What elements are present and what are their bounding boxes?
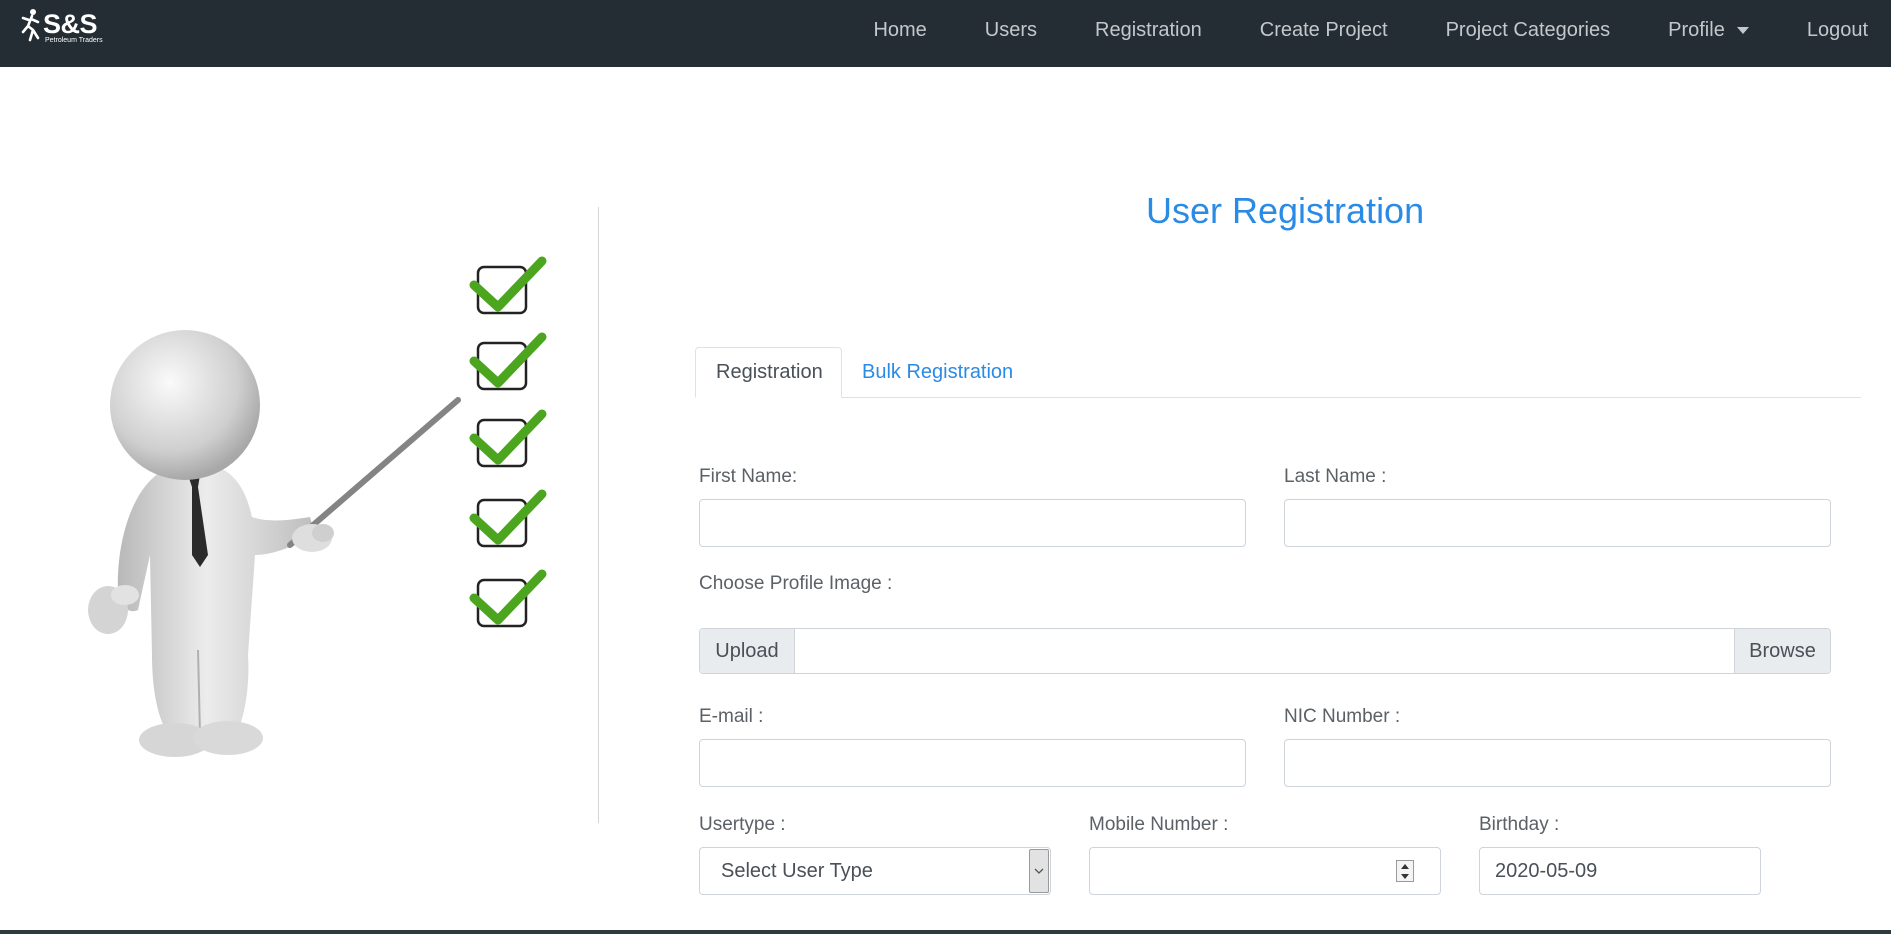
nav-registration[interactable]: Registration	[1066, 19, 1231, 42]
check-box-icon-3	[469, 409, 547, 468]
vertical-divider	[598, 207, 599, 823]
check-box-icon-5	[469, 569, 547, 628]
nav-home[interactable]: Home	[844, 19, 955, 42]
registration-tabs: Registration Bulk Registration	[695, 347, 1861, 398]
usertype-label: Usertype :	[699, 814, 786, 835]
file-name-field[interactable]	[795, 629, 1734, 673]
bottom-scroll-edge	[0, 930, 1891, 934]
check-box-icon-1	[469, 256, 547, 315]
spinner-up-icon[interactable]	[1401, 863, 1409, 869]
presenter-checklist-illustration	[88, 256, 547, 757]
runner-logo-icon	[21, 9, 40, 42]
tab-bulk-registration[interactable]: Bulk Registration	[842, 347, 1033, 398]
nav-project-categories[interactable]: Project Categories	[1417, 19, 1640, 42]
nav-users[interactable]: Users	[956, 19, 1066, 42]
mobile-label: Mobile Number :	[1089, 814, 1229, 835]
page-title: User Registration	[1146, 190, 1425, 231]
nav-profile-dropdown[interactable]: Profile	[1639, 19, 1778, 42]
profile-image-label: Choose Profile Image :	[699, 573, 893, 594]
check-box-icon-2	[469, 332, 547, 391]
check-box-icon-4	[469, 489, 547, 548]
first-name-input[interactable]	[699, 499, 1246, 547]
brand-logo[interactable]: S&S Petroleum Traders	[18, 8, 108, 52]
nav-create-project[interactable]: Create Project	[1231, 19, 1417, 42]
browse-button[interactable]: Browse	[1734, 629, 1830, 673]
profile-image-file-input[interactable]: Upload Browse	[699, 628, 1831, 674]
birthday-date-input[interactable]: 2020-05-09	[1479, 847, 1761, 895]
nic-label: NIC Number :	[1284, 706, 1401, 727]
chevron-down-icon[interactable]	[1029, 849, 1049, 893]
upload-addon: Upload	[700, 629, 795, 673]
number-spinner-icon[interactable]	[1396, 860, 1414, 882]
nic-input[interactable]	[1284, 739, 1831, 787]
birthday-label: Birthday :	[1479, 814, 1560, 835]
nav-logout[interactable]: Logout	[1778, 19, 1891, 42]
email-input[interactable]	[699, 739, 1246, 787]
last-name-label: Last Name :	[1284, 466, 1387, 487]
tab-registration[interactable]: Registration	[695, 347, 842, 398]
usertype-selected-value: Select User Type	[721, 859, 873, 882]
first-name-label: First Name:	[699, 466, 798, 487]
caret-down-icon	[1736, 27, 1749, 34]
email-label: E-mail :	[699, 706, 764, 727]
mobile-number-input[interactable]	[1089, 847, 1441, 895]
top-navbar: S&S Petroleum Traders Home Users Registr…	[0, 0, 1891, 67]
spinner-down-icon[interactable]	[1401, 873, 1409, 879]
last-name-input[interactable]	[1284, 499, 1831, 547]
nav-menu: Home Users Registration Create Project P…	[844, 0, 1891, 61]
brand-name: S&S	[43, 9, 98, 39]
brand-subtitle: Petroleum Traders	[45, 37, 103, 44]
usertype-select[interactable]: Select User Type	[699, 847, 1051, 895]
nav-profile-label: Profile	[1668, 19, 1725, 41]
